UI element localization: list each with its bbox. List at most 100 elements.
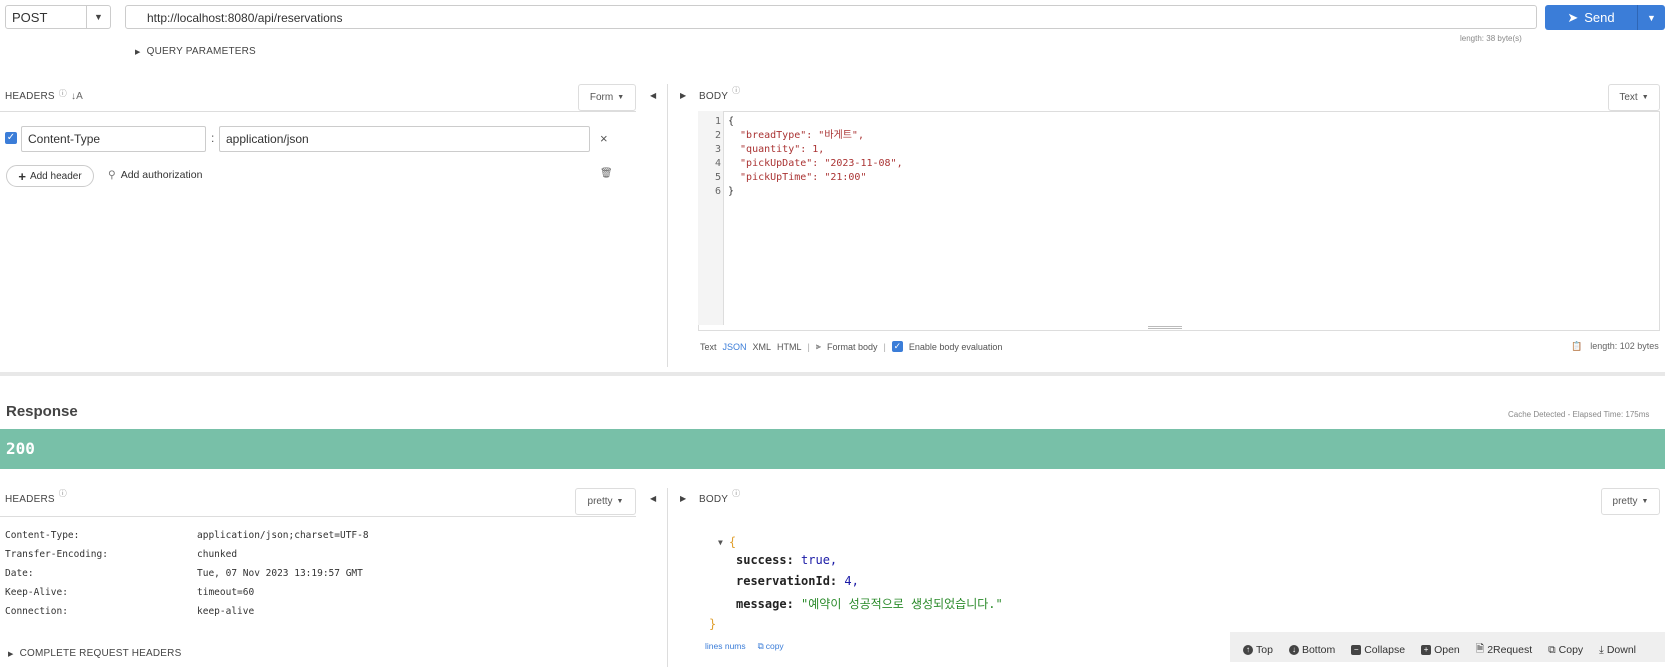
- format-html[interactable]: HTML: [777, 342, 802, 352]
- bottom-button[interactable]: ↓ Bottom: [1288, 641, 1336, 659]
- body-evaluation-label: Enable body evaluation: [908, 341, 1003, 352]
- method-select[interactable]: POST: [5, 5, 87, 29]
- arrow-down-icon: ↓: [1288, 645, 1299, 655]
- download-button[interactable]: ⤓ Downl: [1599, 641, 1636, 659]
- response-title: Response: [6, 403, 78, 420]
- toolbar-label: Copy: [1558, 644, 1584, 656]
- lines-nums-link[interactable]: lines nums: [705, 641, 746, 652]
- remove-header-icon[interactable]: ×: [600, 131, 608, 146]
- add-authorization-link[interactable]: ⚲ Add authorization: [108, 169, 202, 181]
- send-options-button[interactable]: ▼: [1637, 5, 1665, 30]
- format-body-icon: ⫸: [815, 341, 821, 351]
- help-icon: ⓘ: [58, 89, 67, 98]
- copy-label: copy: [765, 641, 784, 651]
- header-value: chunked: [197, 549, 238, 560]
- caret-right-icon: ▶: [8, 650, 14, 658]
- help-icon: ⓘ: [732, 86, 741, 95]
- format-xml[interactable]: XML: [753, 342, 772, 352]
- help-icon: ⓘ: [732, 489, 741, 498]
- caret-down-icon: ▼: [718, 537, 723, 547]
- body-evaluation-checkbox[interactable]: ✓: [891, 341, 903, 352]
- json-message-row: message: "예약이 성공적으로 생성되었습니다.": [736, 595, 1003, 612]
- send-button[interactable]: ➤ Send: [1545, 5, 1637, 30]
- json-object-open[interactable]: ▼ {: [718, 535, 736, 549]
- query-parameters-toggle[interactable]: ▶ QUERY PARAMETERS: [135, 46, 256, 57]
- url-input[interactable]: http://localhost:8080/api/reservations: [125, 5, 1537, 29]
- query-parameters-label: QUERY PARAMETERS: [146, 46, 256, 57]
- code-line: "pickUpTime": "21:00": [728, 172, 867, 183]
- line-number: 1: [714, 116, 721, 127]
- code-lines: { "breadType": "바게트", "quantity": 1, "pi…: [728, 115, 903, 199]
- response-body-mode-dropdown[interactable]: pretty ▼: [1601, 488, 1660, 515]
- copy-icon: ⧉: [757, 641, 764, 651]
- format-body-button[interactable]: Format body: [827, 342, 878, 352]
- headers-mode-label: Form: [589, 92, 614, 103]
- format-text[interactable]: Text: [700, 342, 717, 352]
- body-label: BODY: [699, 494, 729, 505]
- body-format-bar: Text JSON XML HTML | ⫸ Format body | ✓ E…: [700, 341, 1003, 352]
- toolbar-label: 2Request: [1487, 644, 1533, 656]
- headers-mode-dropdown[interactable]: Form ▼: [578, 84, 636, 111]
- json-value: 4,: [844, 574, 859, 588]
- line-number: 6: [714, 186, 721, 197]
- toolbar-label: Downl: [1606, 644, 1637, 656]
- code-line: "breadType": "바게트",: [728, 130, 864, 141]
- document-icon: 🗎: [1475, 643, 1485, 655]
- body-mode-label: Text: [1619, 92, 1638, 103]
- help-icon: ⓘ: [58, 489, 67, 498]
- arrow-up-icon: ↑: [1243, 645, 1253, 655]
- json-value: "예약이 성공적으로 생성되었습니다.": [801, 597, 1003, 611]
- expand-right-icon[interactable]: ▶: [680, 494, 686, 503]
- collapse-left-icon[interactable]: ◀: [650, 91, 656, 100]
- caret-down-icon: ▼: [94, 12, 103, 22]
- code-line: "quantity": 1,: [728, 144, 825, 155]
- headers-mode-label: pretty: [587, 496, 613, 507]
- key-icon: ⚲: [108, 169, 116, 181]
- to-request-button[interactable]: 🗎 2Request: [1476, 641, 1532, 659]
- toolbar-label: Collapse: [1364, 644, 1406, 656]
- response-headers-mode-dropdown[interactable]: pretty ▼: [575, 488, 636, 515]
- body-mode-label: pretty: [1612, 496, 1638, 507]
- toolbar-label: Bottom: [1301, 644, 1336, 656]
- sort-icon[interactable]: ↓A: [71, 91, 83, 102]
- header-value-input[interactable]: application/json: [219, 126, 590, 152]
- body-mode-dropdown[interactable]: Text ▼: [1608, 84, 1660, 111]
- response-header-values: application/json;charset=UTF-8 chunked T…: [197, 526, 369, 621]
- format-json[interactable]: JSON: [723, 342, 747, 352]
- header-key: Connection:: [5, 606, 68, 617]
- header-value: keep-alive: [197, 606, 255, 617]
- toolbar-label: Top: [1256, 644, 1273, 656]
- complete-request-headers-label: COMPLETE REQUEST HEADERS: [19, 648, 182, 659]
- copy-button[interactable]: ⧉ Copy: [1548, 641, 1583, 659]
- collapse-left-icon[interactable]: ◀: [650, 494, 656, 503]
- expand-right-icon[interactable]: ▶: [680, 91, 686, 100]
- trash-icon[interactable]: 🗑: [600, 168, 613, 179]
- caret-down-icon: ▼: [1641, 498, 1649, 505]
- line-number: 3: [714, 144, 721, 155]
- clipboard-icon[interactable]: 📋: [1571, 341, 1582, 352]
- headers-label: HEADERS: [5, 494, 55, 505]
- header-enabled-checkbox[interactable]: ✓: [5, 132, 17, 144]
- complete-request-headers-toggle[interactable]: ▶ COMPLETE REQUEST HEADERS: [8, 648, 181, 659]
- caret-down-icon: ▼: [1641, 94, 1649, 101]
- header-name-input[interactable]: Content-Type: [21, 126, 206, 152]
- body-length: length: 102 bytes: [1590, 341, 1659, 351]
- add-header-button[interactable]: + Add header: [6, 165, 94, 187]
- header-key: Date:: [5, 568, 34, 579]
- code-line: {: [728, 116, 735, 127]
- resize-handle[interactable]: [1148, 326, 1182, 329]
- response-header-keys: Content-Type: Transfer-Encoding: Date: K…: [5, 526, 108, 621]
- plus-icon: +: [1421, 645, 1432, 655]
- top-button[interactable]: ↑ Top: [1243, 641, 1273, 659]
- response-headers-title: HEADERS ⓘ: [5, 489, 67, 505]
- collapse-button[interactable]: − Collapse: [1351, 641, 1405, 659]
- copy-link[interactable]: ⧉ copy: [758, 641, 784, 652]
- open-button[interactable]: + Open: [1421, 641, 1460, 659]
- response-body-footer: lines nums ⧉ copy: [705, 641, 784, 652]
- code-line: "pickUpDate": "2023-11-08",: [728, 158, 903, 169]
- headers-label: HEADERS: [5, 91, 55, 102]
- json-reservation-id-row: reservationId: 4,: [736, 574, 859, 588]
- minus-icon: −: [1351, 645, 1362, 655]
- method-dropdown-button[interactable]: ▼: [86, 5, 111, 29]
- add-header-label: Add header: [29, 170, 82, 182]
